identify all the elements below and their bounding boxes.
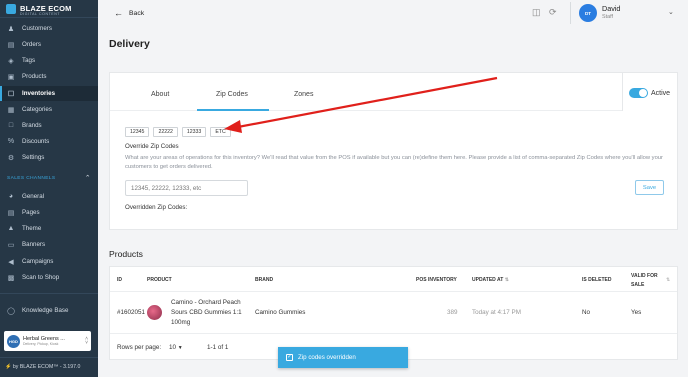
rows-per-page-label: Rows per page: [117,344,162,351]
col-id: ID [117,277,122,283]
product-thumbnail [147,305,162,320]
rows-per-page-value: 10 [169,344,177,351]
chevron-down-icon: ▼ [177,345,183,351]
col-brand: BRAND [255,277,274,283]
cell-updated-at: Today at 4:17 PM [472,309,522,316]
cell-product-line1: Camino - Orchard Peach [171,299,241,306]
toast-notification: ✓ Zip codes overridden [278,347,408,368]
arrow-shaft [237,76,498,129]
col-valid-label-1: VALID FOR [631,273,658,279]
pagination-range: 1-1 of 1 [207,344,229,351]
cell-product-line3: 100mg [171,319,191,326]
products-table: ID PRODUCT BRAND POS INVENTORY UPDATED A… [109,266,678,360]
col-is-deleted: IS DELETED [582,277,612,283]
cell-id: #1602051 [117,309,146,316]
col-valid-label-2: SALE [631,282,645,288]
cell-pos-inventory: 389 [447,309,458,316]
row-divider [110,333,677,334]
products-title: Products [109,249,143,259]
cell-brand: Camino Gummies [255,309,306,316]
col-updated-at[interactable]: UPDATED AT ⇅ [472,277,509,283]
header-divider [110,291,677,292]
col-updated-at-label: UPDATED AT [472,277,504,283]
sort-icon[interactable]: ⇅ [666,277,670,283]
check-icon: ✓ [286,353,293,361]
cell-product-line2: Sours CBD Gummies 1:1 [171,309,242,316]
arrow-head [224,120,242,133]
sort-icon: ⇅ [504,277,509,283]
rows-per-page-select[interactable]: 10 ▼ [169,344,183,351]
toast-message: Zip codes overridden [298,354,356,361]
cell-valid-for-sale: Yes [631,309,642,316]
col-pos-inventory: POS INVENTORY [416,277,457,283]
col-valid-for-sale[interactable]: VALID FOR SALE [631,272,658,290]
col-product: PRODUCT [147,277,172,283]
cell-is-deleted: No [582,309,591,316]
